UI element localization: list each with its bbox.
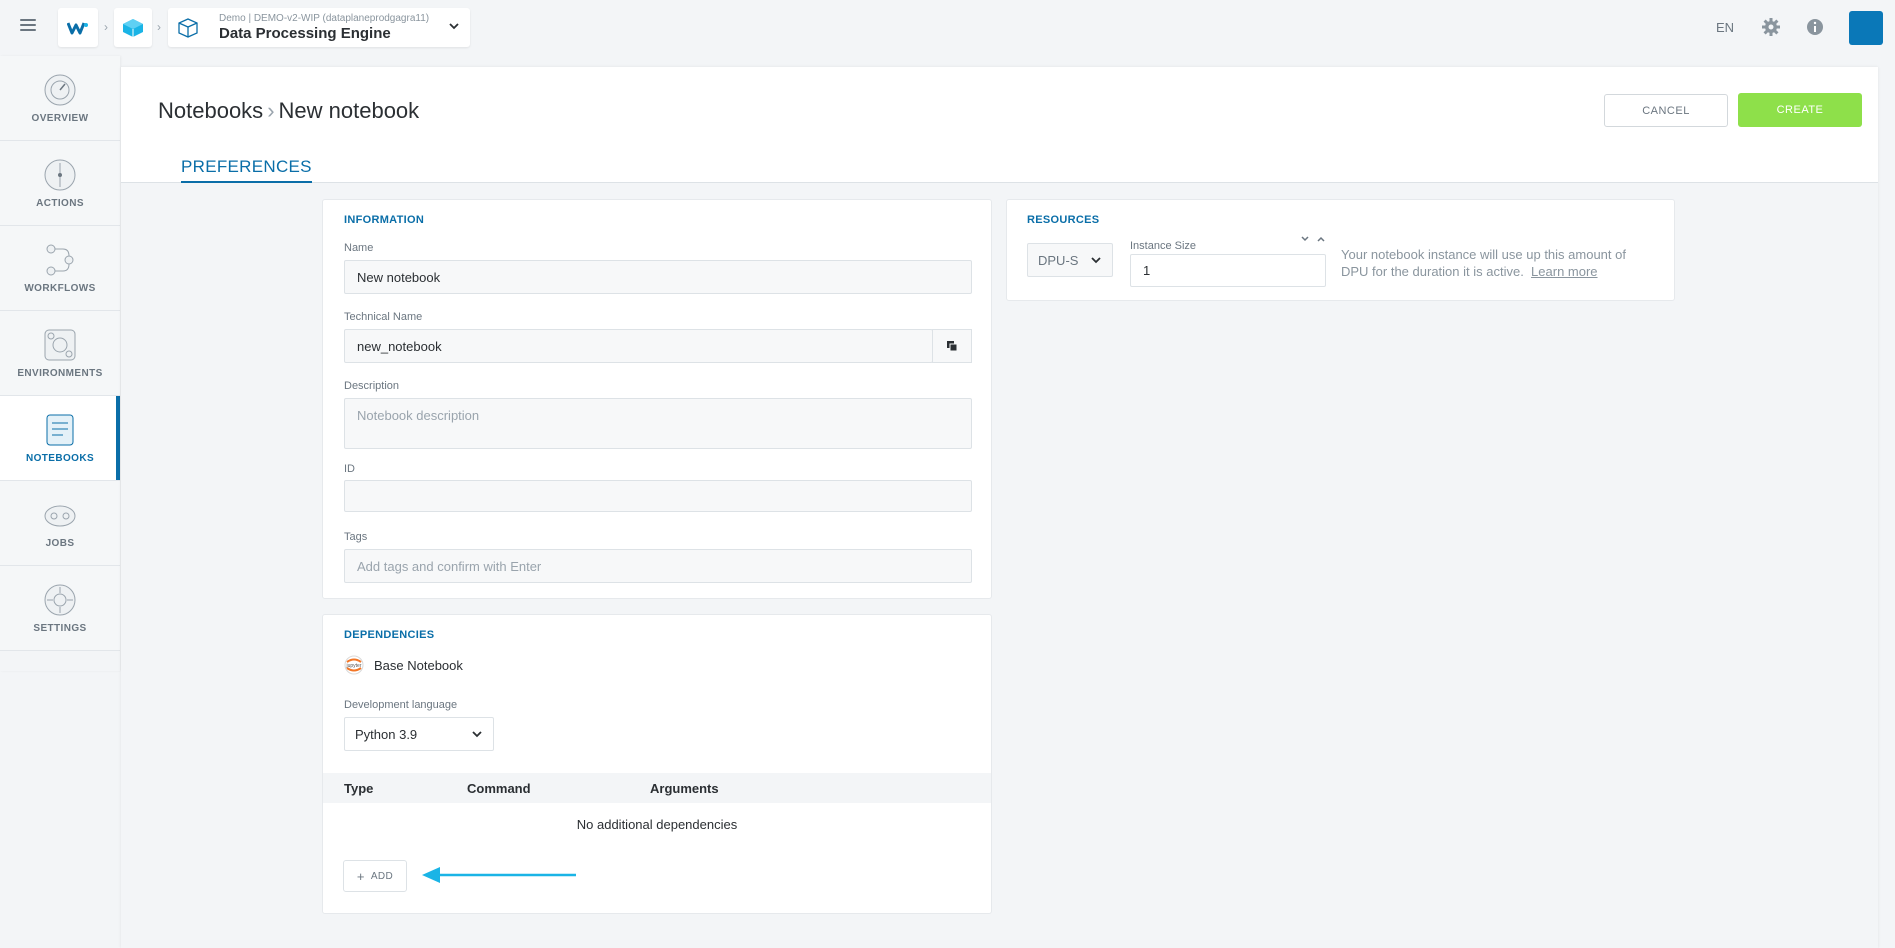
environments-icon (44, 329, 76, 360)
sidebar-item-settings[interactable]: SETTINGS (0, 566, 120, 651)
page-header: Notebooks › New notebook CANCEL CREATE PRE… (121, 67, 1878, 183)
project-selector[interactable]: Demo | DEMO-v2-WIP (dataplaneprodgagra11… (168, 8, 470, 47)
chevron-up-icon[interactable] (1316, 235, 1326, 243)
menu-icon[interactable] (20, 19, 36, 33)
info-icon[interactable] (1806, 18, 1824, 36)
sidebar-item-actions[interactable]: ACTIONS (0, 141, 120, 226)
name-field[interactable]: New notebook (344, 260, 972, 294)
sidebar-item-label: ENVIRONMENTS (17, 367, 103, 379)
breadcrumb-dpe[interactable] (114, 8, 152, 47)
avatar[interactable] (1849, 11, 1883, 45)
base-notebook: jupyter Base Notebook (344, 655, 463, 675)
add-dependency-button[interactable]: + ADD (343, 860, 407, 892)
name-label: Name (344, 242, 374, 254)
project-title: Data Processing Engine (219, 24, 391, 42)
project-subtitle: Demo | DEMO-v2-WIP (dataplaneprodgagra11… (219, 12, 430, 24)
dependencies-title: DEPENDENCIES (344, 629, 435, 641)
chevron-right-icon: › (157, 20, 161, 34)
chevron-down-icon (449, 23, 459, 30)
sidebar-item-workflows[interactable]: WORKFLOWS (0, 226, 120, 311)
base-notebook-label: Base Notebook (374, 657, 463, 673)
annotation-arrow-icon (422, 867, 576, 883)
id-field[interactable] (344, 480, 972, 512)
dpu-select[interactable]: DPU-S (1027, 243, 1113, 277)
dpu-value: DPU-S (1038, 252, 1079, 268)
development-language-label: Development language (344, 699, 458, 711)
actions-icon (44, 159, 76, 190)
chevron-down-icon (472, 731, 482, 738)
help-text-line2: DPU for the duration it is active. (1341, 264, 1524, 279)
dependencies-table-header: Type Command Arguments (323, 773, 991, 803)
learn-more-link[interactable]: Learn more (1531, 264, 1597, 279)
copy-icon (947, 341, 958, 352)
tags-label: Tags (344, 531, 368, 543)
instance-size-field[interactable]: 1 (1130, 254, 1326, 287)
settings-icon (44, 584, 76, 615)
overview-icon (44, 74, 76, 105)
chevron-down-icon[interactable] (1300, 235, 1310, 243)
description-field[interactable]: Notebook description (344, 398, 972, 449)
language-switch[interactable]: EN (1716, 20, 1734, 35)
gear-icon[interactable] (1761, 17, 1781, 37)
help-text-line1: Your notebook instance will use up this … (1341, 247, 1626, 262)
sidebar-item-notebooks[interactable]: NOTEBOOKS (0, 396, 120, 481)
sidebar-item-overview[interactable]: OVERVIEW (0, 56, 120, 141)
top-bar: › › Demo | DEMO-v2-WIP (dataplaneprodgag… (0, 0, 1895, 55)
logo-button[interactable] (58, 8, 98, 47)
page-title: New notebook (278, 98, 420, 123)
svg-text:jupyter: jupyter (345, 663, 361, 669)
jobs-icon (44, 505, 76, 526)
sidebar-item-label: JOBS (45, 537, 75, 549)
language-select[interactable]: Python 3.9 (344, 717, 494, 751)
box-icon (178, 17, 198, 38)
cancel-button[interactable]: CANCEL (1604, 94, 1728, 127)
breadcrumb: Notebooks › New notebook (158, 98, 419, 124)
technical-name-field[interactable]: new_notebook (344, 329, 933, 363)
tab-preferences[interactable]: PREFERENCES (181, 157, 312, 183)
chevron-down-icon (1091, 257, 1101, 264)
sidebar-item-label: ACTIONS (36, 197, 84, 209)
create-button[interactable]: CREATE (1738, 93, 1862, 127)
plus-icon: + (356, 868, 365, 884)
copy-button[interactable] (932, 329, 972, 363)
column-command: Command (467, 780, 531, 796)
description-label: Description (344, 380, 400, 392)
logo-icon (67, 21, 88, 34)
column-type: Type (344, 780, 374, 796)
information-title: INFORMATION (344, 214, 425, 226)
technical-name-label: Technical Name (344, 311, 423, 323)
resources-title: RESOURCES (1027, 214, 1100, 226)
sidebar-item-environments[interactable]: ENVIRONMENTS (0, 311, 120, 396)
stepper-arrows (1300, 235, 1326, 243)
breadcrumb-notebooks[interactable]: Notebooks (158, 98, 263, 123)
empty-dependencies-message: No additional dependencies (576, 817, 738, 832)
sidebar-item-label: OVERVIEW (31, 112, 89, 124)
sidebar-item-label: SETTINGS (33, 622, 87, 634)
tags-input[interactable]: Add tags and confirm with Enter (344, 549, 972, 583)
sidebar: OVERVIEW ACTIONS WORKFLOWS ENVIRONMENTS (0, 56, 120, 671)
sidebar-item-label: WORKFLOWS (24, 282, 96, 294)
main-panel: Notebooks › New notebook CANCEL CREATE PRE… (121, 67, 1878, 948)
resources-help-text: Your notebook instance will use up this … (1341, 246, 1626, 280)
resources-card: RESOURCES DPU-S Instance Size 1 Your not… (1006, 199, 1675, 301)
sidebar-item-jobs[interactable]: JOBS (0, 481, 120, 566)
sidebar-item-label: NOTEBOOKS (25, 452, 95, 464)
column-arguments: Arguments (650, 780, 719, 796)
instance-size-label: Instance Size (1130, 240, 1197, 252)
workflows-icon (46, 244, 74, 275)
cube-icon (123, 18, 143, 37)
information-card: INFORMATION Name New notebook Technical … (322, 199, 992, 599)
chevron-right-icon: › (267, 98, 275, 123)
add-label: ADD (370, 870, 394, 882)
id-label: ID (344, 463, 355, 475)
jupyter-icon: jupyter (344, 655, 364, 675)
chevron-right-icon: › (104, 20, 108, 34)
notebooks-icon (46, 414, 74, 445)
language-value: Python 3.9 (355, 726, 418, 742)
